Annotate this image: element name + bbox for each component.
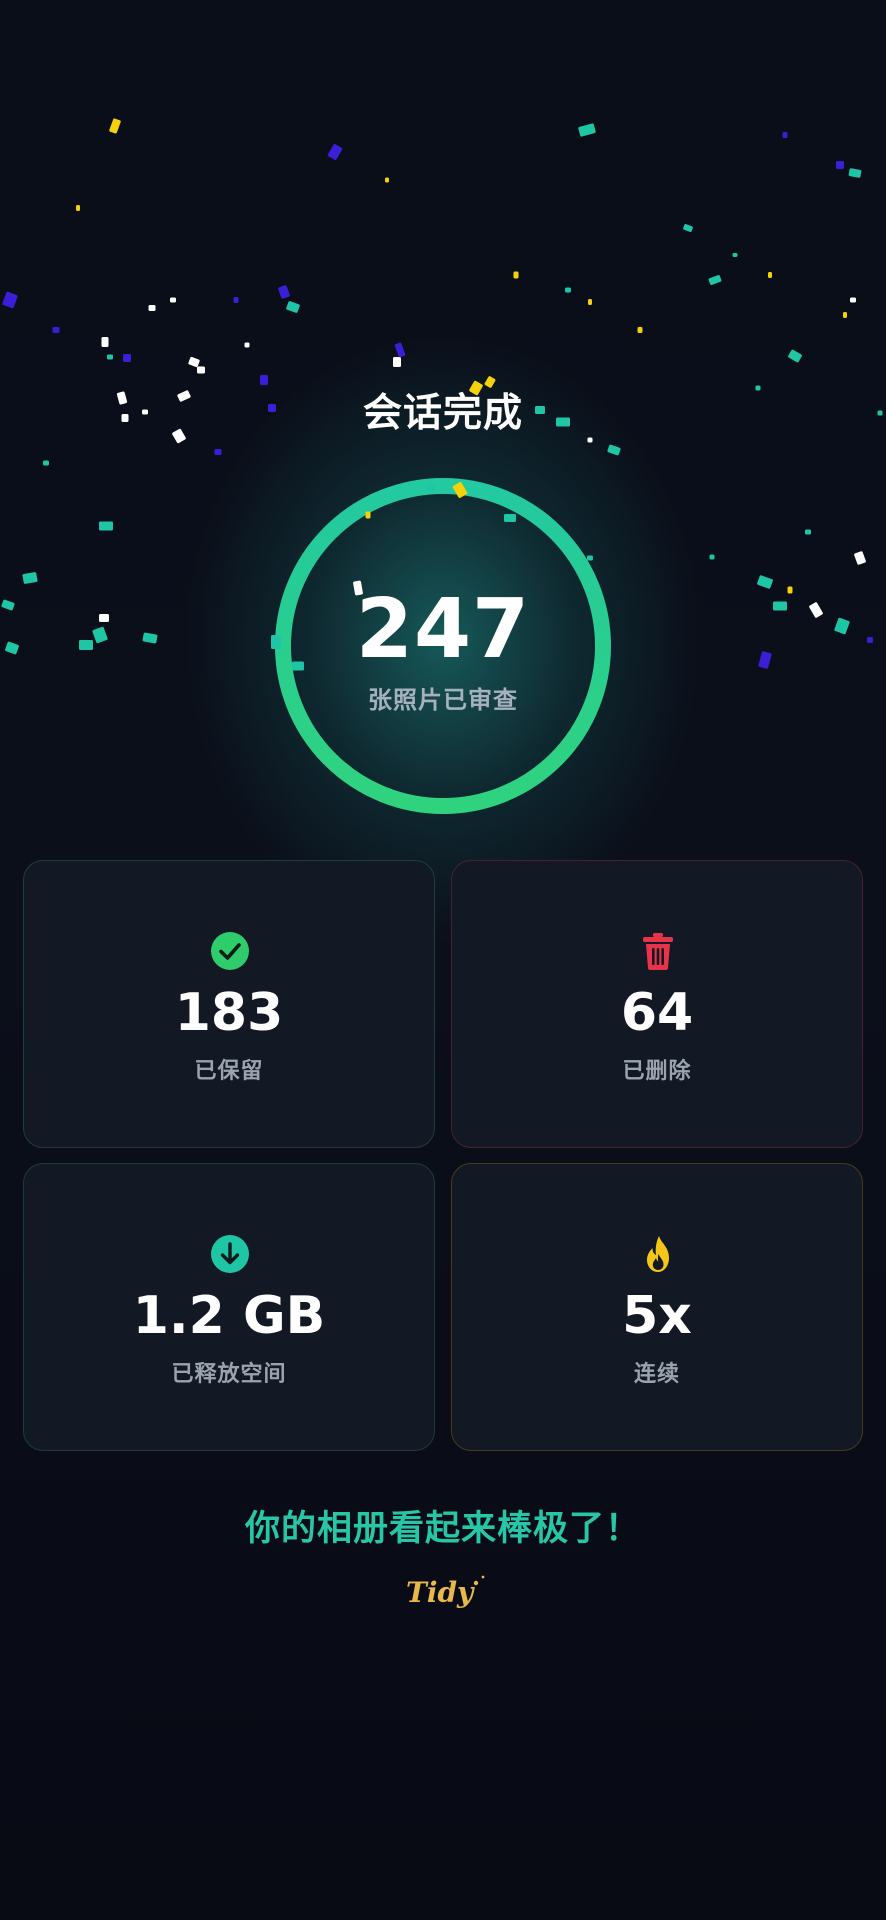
confetti-piece bbox=[76, 205, 80, 211]
tidy-logo-text: Tidy bbox=[406, 1576, 475, 1609]
confetti-piece bbox=[850, 297, 856, 303]
confetti-piece bbox=[394, 342, 406, 358]
confetti-piece bbox=[393, 357, 401, 367]
streak-label: 连续 bbox=[633, 1362, 680, 1387]
confetti-piece bbox=[286, 301, 300, 313]
flame-icon bbox=[638, 1234, 678, 1274]
confetti-piece bbox=[578, 123, 596, 137]
confetti-piece bbox=[170, 297, 176, 303]
confetti-piece bbox=[278, 285, 290, 299]
reviewed-count: 247 bbox=[355, 582, 531, 677]
freed-space-stat-card: 1.2 GB 已释放空间 bbox=[23, 1163, 435, 1451]
confetti-piece bbox=[683, 224, 693, 232]
confetti-piece bbox=[327, 143, 343, 161]
confetti-piece bbox=[233, 297, 239, 303]
confetti-piece bbox=[854, 551, 866, 565]
confetti-piece bbox=[214, 449, 222, 455]
confetti-piece bbox=[768, 272, 772, 278]
tidy-logo: Tidy bbox=[402, 1568, 492, 1616]
kept-stat-card: 183 已保留 bbox=[23, 860, 435, 1148]
streak-value: 5x bbox=[622, 1286, 692, 1346]
confetti-piece bbox=[836, 161, 844, 169]
session-complete-screen: 会话完成 247 张照片已审查 183 已保留 64 已删除 1.2 GB 已释… bbox=[0, 0, 886, 1920]
confetti-piece bbox=[607, 444, 621, 456]
download-icon bbox=[210, 1234, 250, 1274]
cheer-message: 你的相册看起来棒极了！ bbox=[244, 1509, 641, 1549]
reviewed-label: 张照片已审查 bbox=[368, 686, 518, 714]
freed-label: 已释放空间 bbox=[171, 1362, 287, 1387]
freed-value: 1.2 GB bbox=[132, 1286, 326, 1346]
deleted-stat-card: 64 已删除 bbox=[451, 860, 863, 1148]
confetti-piece bbox=[782, 132, 788, 138]
confetti-piece bbox=[588, 299, 592, 305]
confetti-piece bbox=[99, 521, 113, 531]
deleted-label: 已删除 bbox=[622, 1059, 692, 1084]
confetti-piece bbox=[843, 312, 847, 318]
confetti-piece bbox=[565, 287, 571, 293]
page-title: 会话完成 bbox=[362, 391, 523, 436]
confetti-piece bbox=[109, 118, 121, 134]
confetti-piece bbox=[188, 356, 200, 368]
confetti-piece bbox=[732, 253, 738, 257]
check-circle-icon bbox=[210, 931, 250, 971]
deleted-value: 64 bbox=[620, 983, 694, 1043]
confetti-piece bbox=[43, 460, 49, 466]
confetti-piece bbox=[148, 305, 156, 311]
confetti-piece bbox=[788, 349, 802, 363]
confetti-piece bbox=[587, 437, 593, 443]
confetti-piece bbox=[637, 327, 643, 333]
kept-value: 183 bbox=[174, 983, 284, 1043]
confetti-piece bbox=[52, 327, 60, 333]
confetti-piece bbox=[2, 291, 18, 309]
confetti-piece bbox=[848, 168, 862, 178]
kept-label: 已保留 bbox=[194, 1059, 264, 1084]
confetti-piece bbox=[709, 554, 715, 560]
streak-stat-card: 5x 连续 bbox=[451, 1163, 863, 1451]
confetti-piece bbox=[123, 354, 131, 362]
confetti-piece bbox=[708, 275, 722, 285]
confetti-piece bbox=[385, 177, 389, 183]
confetti-piece bbox=[107, 354, 113, 360]
trash-icon bbox=[638, 931, 678, 971]
confetti-piece bbox=[197, 366, 205, 374]
confetti-piece bbox=[244, 342, 250, 348]
confetti-piece bbox=[101, 337, 109, 347]
confetti-piece bbox=[805, 529, 811, 535]
confetti-piece bbox=[513, 271, 519, 279]
